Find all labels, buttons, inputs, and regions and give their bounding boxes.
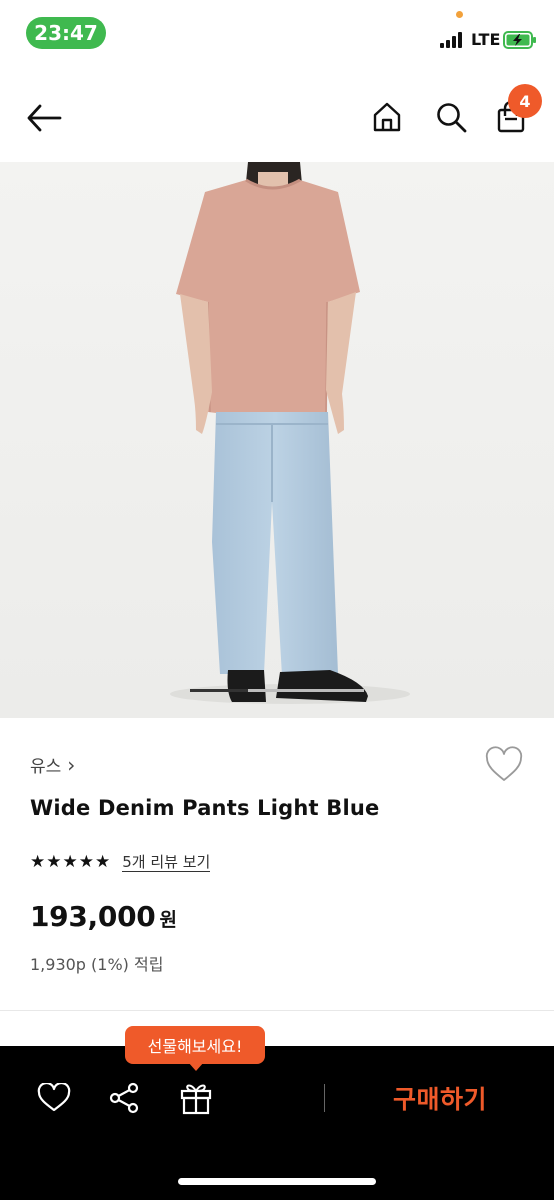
star-icon: ★ <box>95 852 111 872</box>
privacy-indicator-dot <box>456 11 463 18</box>
heart-outline-icon <box>485 746 523 781</box>
bottom-bar-separator <box>324 1084 325 1112</box>
price-currency: 원 <box>159 909 177 931</box>
gift-icon <box>180 1084 212 1115</box>
price-value: 193,000 <box>30 900 156 933</box>
signal-icon <box>440 32 462 48</box>
search-button[interactable] <box>430 96 472 138</box>
chevron-right-icon: › <box>67 752 76 777</box>
rating-stars: ★ ★ ★ ★ ★ <box>30 854 110 871</box>
gift-tooltip-tail <box>188 1062 204 1071</box>
search-icon <box>437 103 467 133</box>
cart-count-badge: 4 <box>508 84 542 118</box>
section-divider <box>0 1010 554 1011</box>
product-title: Wide Denim Pants Light Blue <box>30 796 380 820</box>
home-icon <box>373 102 401 132</box>
bottom-action-bar <box>0 1046 554 1200</box>
reward-points: 1,930p (1%) 적립 <box>30 955 164 974</box>
home-button[interactable] <box>366 96 408 138</box>
cart-count-text: 4 <box>519 91 531 111</box>
image-pager-indicator <box>190 689 364 692</box>
brand-name: 유스 <box>30 757 62 777</box>
product-image[interactable] <box>0 162 554 718</box>
reviews-link[interactable]: 5개 리뷰 보기 <box>122 853 211 872</box>
battery-charging-icon <box>503 31 536 49</box>
arrow-left-icon <box>27 104 62 132</box>
rating-row: ★ ★ ★ ★ ★ 5개 리뷰 보기 <box>30 853 211 872</box>
bottom-wishlist-button[interactable] <box>34 1078 74 1118</box>
price-row: 193,000 원 <box>30 900 177 933</box>
wishlist-button[interactable] <box>484 746 524 784</box>
gift-tooltip: 선물해보세요! <box>125 1026 265 1064</box>
share-icon <box>109 1082 139 1114</box>
image-pager-active <box>190 689 248 692</box>
gift-tooltip-text: 선물해보세요! <box>147 1037 243 1056</box>
star-icon: ★ <box>30 852 46 872</box>
network-type: LTE <box>471 30 501 49</box>
gift-button[interactable] <box>175 1078 217 1118</box>
star-icon: ★ <box>46 852 62 872</box>
star-icon: ★ <box>62 852 78 872</box>
top-navigation: 4 <box>0 70 554 162</box>
home-indicator[interactable] <box>178 1178 376 1185</box>
product-photo <box>0 162 554 718</box>
status-bar: 23:47 LTE <box>0 0 554 70</box>
heart-icon <box>37 1083 71 1112</box>
buy-button[interactable]: 구매하기 <box>360 1074 520 1122</box>
star-icon: ★ <box>78 852 94 872</box>
share-button[interactable] <box>104 1078 144 1118</box>
brand-link[interactable]: 유스 › <box>30 752 76 778</box>
back-button[interactable] <box>22 96 66 140</box>
status-time: 23:47 <box>26 17 106 49</box>
status-time-text: 23:47 <box>34 21 98 45</box>
